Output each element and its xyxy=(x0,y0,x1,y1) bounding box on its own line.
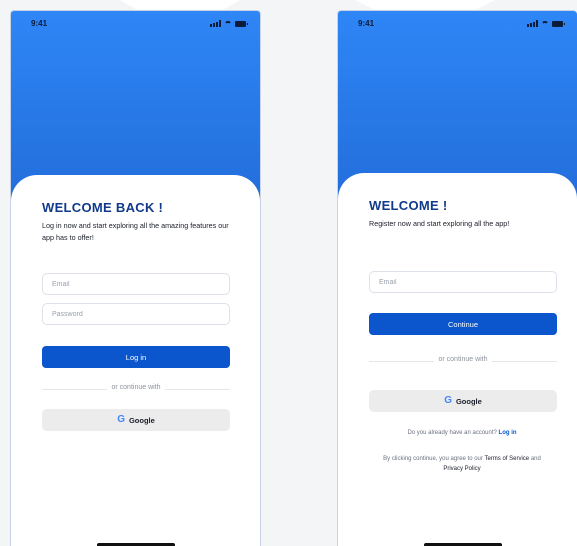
privacy-policy-link[interactable]: Privacy Policy xyxy=(443,466,480,472)
signal-icon xyxy=(527,20,538,27)
status-bar: 9:41 xyxy=(338,19,577,33)
divider-text: or continue with xyxy=(107,384,165,391)
wifi-icon xyxy=(224,21,232,27)
page-subtitle: Log in now and start exploring all the a… xyxy=(42,221,229,242)
password-field[interactable] xyxy=(42,303,230,325)
email-field[interactable] xyxy=(42,273,230,295)
status-bar: 9:41 xyxy=(11,19,260,33)
google-button-label: Google xyxy=(128,415,155,425)
register-screen: 9:41 WELCOME ! Register now and start ex… xyxy=(337,10,577,546)
google-button-label: Google xyxy=(455,396,482,406)
terms-text: By clicking continue, you agree to our T… xyxy=(383,456,541,472)
page-title: WELCOME ! xyxy=(369,198,448,213)
battery-icon xyxy=(235,20,248,27)
status-time: 9:41 xyxy=(358,19,375,28)
divider: or continue with xyxy=(42,384,230,394)
page-subtitle: Register now and start exploring all the… xyxy=(369,219,510,228)
login-card: WELCOME BACK ! Log in now and start expl… xyxy=(11,175,260,546)
account-prompt: Do you already have an account? Log in xyxy=(407,430,517,436)
google-signin-button[interactable]: G Google xyxy=(42,409,230,431)
page-title: WELCOME BACK ! xyxy=(42,200,164,215)
google-icon: G xyxy=(117,414,125,425)
login-link[interactable]: Log in xyxy=(499,430,517,436)
continue-button[interactable]: Continue xyxy=(369,313,557,335)
google-signin-button[interactable]: G Google xyxy=(369,390,557,412)
signal-icon xyxy=(210,20,221,27)
battery-icon xyxy=(552,20,565,27)
login-button[interactable]: Log in xyxy=(42,346,230,368)
terms-of-service-link[interactable]: Terms of Service xyxy=(484,456,529,462)
wifi-icon xyxy=(541,21,549,27)
google-icon: G xyxy=(444,395,452,406)
email-field[interactable] xyxy=(369,271,557,293)
divider: or continue with xyxy=(369,356,557,366)
login-screen: 9:41 WELCOME BACK ! Log in now and start… xyxy=(10,10,261,546)
status-time: 9:41 xyxy=(31,19,48,28)
divider-text: or continue with xyxy=(434,356,492,363)
register-card: WELCOME ! Register now and start explori… xyxy=(338,173,577,546)
